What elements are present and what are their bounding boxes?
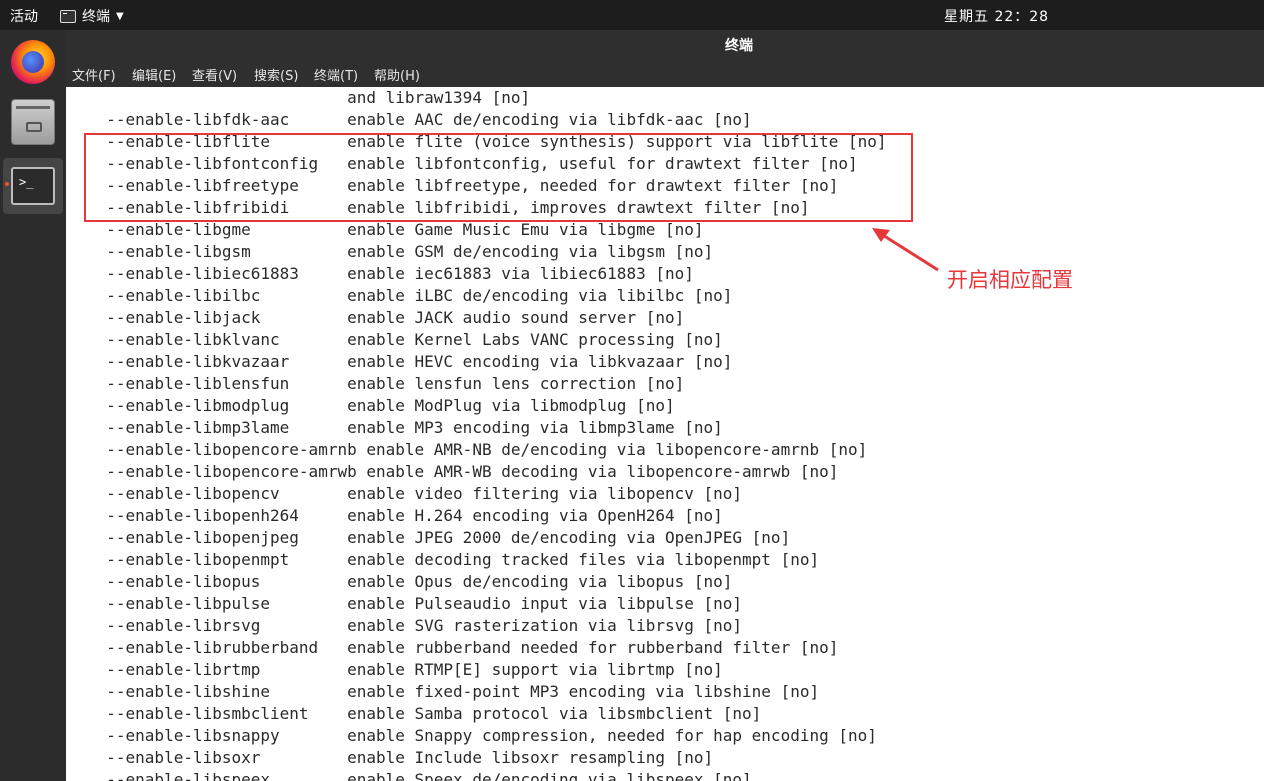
terminal-line: --enable-libopus enable Opus de/encoding… (87, 572, 733, 591)
running-indicator (5, 182, 9, 186)
top-bar: 活动 终端 ▼ 星期五 22：28 (0, 0, 1264, 30)
terminal-icon: >_ (11, 167, 55, 205)
files-icon (11, 99, 55, 145)
menu-search[interactable]: 搜索(S) (254, 65, 298, 84)
app-menu[interactable]: 终端 ▼ (60, 6, 124, 26)
terminal-line: --enable-libgsm enable GSM de/encoding v… (87, 242, 714, 261)
window-title: 终端 (725, 38, 753, 54)
terminal-line: --enable-libmp3lame enable MP3 encoding … (87, 418, 723, 437)
terminal-line: --enable-libopencv enable video filterin… (87, 484, 743, 503)
terminal-line: --enable-libspeex enable Speex de/encodi… (87, 770, 752, 781)
dock-item-files[interactable] (3, 94, 63, 150)
menu-view[interactable]: 查看(V) (192, 65, 237, 84)
menu-help[interactable]: 帮助(H) (374, 65, 420, 84)
terminal-line: --enable-libmodplug enable ModPlug via l… (87, 396, 675, 415)
terminal-line: --enable-libopenh264 enable H.264 encodi… (87, 506, 723, 525)
menu-file[interactable]: 文件(F) (72, 65, 116, 84)
terminal-line: --enable-libopencore-amrnb enable AMR-NB… (87, 440, 868, 459)
terminal-line: --enable-libsmbclient enable Samba proto… (87, 704, 762, 723)
terminal-line: --enable-libgme enable Game Music Emu vi… (87, 220, 704, 239)
dock: >_ (0, 30, 66, 781)
terminal-line: and libraw1394 [no] (87, 88, 531, 107)
firefox-icon (11, 40, 55, 84)
terminal-line: --enable-libsnappy enable Snappy compres… (87, 726, 877, 745)
dock-item-firefox[interactable] (3, 34, 63, 90)
terminal-line: --enable-libilbc enable iLBC de/encoding… (87, 286, 733, 305)
terminal-small-icon (60, 9, 76, 23)
menu-bar: 文件(F) 编辑(E) 查看(V) 搜索(S) 终端(T) 帮助(H) (66, 60, 1264, 87)
highlight-box (84, 133, 913, 222)
terminal-prompt-glyph: >_ (19, 175, 34, 189)
terminal-line: --enable-librtmp enable RTMP[E] support … (87, 660, 723, 679)
annotation-arrow (872, 228, 939, 272)
activities-button[interactable]: 活动 (10, 6, 38, 26)
terminal-line: --enable-libpulse enable Pulseaudio inpu… (87, 594, 743, 613)
terminal-line: --enable-libopencore-amrwb enable AMR-WB… (87, 462, 839, 481)
app-menu-label: 终端 (82, 9, 110, 25)
terminal-line: --enable-libklvanc enable Kernel Labs VA… (87, 330, 723, 349)
terminal-line: --enable-libiec61883 enable iec61883 via… (87, 264, 694, 283)
dock-item-terminal[interactable]: >_ (3, 158, 63, 214)
terminal-line: --enable-libopenjpeg enable JPEG 2000 de… (87, 528, 791, 547)
terminal-line: --enable-librsvg enable SVG rasterizatio… (87, 616, 743, 635)
terminal-line: --enable-libfdk-aac enable AAC de/encodi… (87, 110, 752, 129)
terminal-line: --enable-libopenmpt enable decoding trac… (87, 550, 820, 569)
terminal-line: --enable-librubberband enable rubberband… (87, 638, 839, 657)
annotation-label: 开启相应配置 (947, 268, 1073, 292)
chevron-down-icon: ▼ (116, 10, 124, 22)
terminal-line: --enable-libsoxr enable Include libsoxr … (87, 748, 714, 767)
terminal-line: --enable-libjack enable JACK audio sound… (87, 308, 685, 327)
clock[interactable]: 星期五 22：28 (944, 6, 1049, 26)
menu-edit[interactable]: 编辑(E) (132, 65, 176, 84)
window-titlebar[interactable]: 终端 (66, 30, 1264, 60)
terminal-line: --enable-libshine enable fixed-point MP3… (87, 682, 820, 701)
terminal-line: --enable-liblensfun enable lensfun lens … (87, 374, 685, 393)
menu-terminal[interactable]: 终端(T) (314, 65, 358, 84)
terminal-line: --enable-libkvazaar enable HEVC encoding… (87, 352, 733, 371)
